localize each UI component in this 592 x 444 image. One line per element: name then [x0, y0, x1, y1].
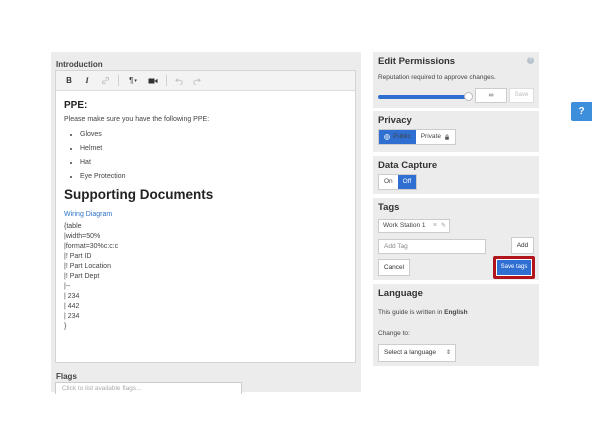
- data-capture-toggle: On Off: [378, 174, 418, 190]
- ppe-list: Gloves Helmet Hat Eye Protection: [64, 131, 347, 180]
- toolbar-divider: [166, 75, 167, 86]
- edit-permissions-card: Edit Permissions ? Reputation required t…: [373, 52, 539, 108]
- privacy-public-label: Public: [393, 133, 411, 140]
- table-line: |format=30%c:c:c: [64, 243, 119, 250]
- chevron-down-icon: ▾: [134, 77, 137, 84]
- italic-button[interactable]: I: [80, 74, 94, 88]
- data-capture-card: Data Capture On Off: [373, 156, 539, 194]
- paragraph-style-button[interactable]: ¶ ▾: [124, 74, 142, 88]
- list-item: Gloves: [80, 131, 347, 138]
- privacy-toggle: Public Private: [378, 129, 456, 145]
- data-capture-on-button[interactable]: On: [379, 175, 398, 189]
- add-tag-button[interactable]: Add: [511, 237, 534, 254]
- language-current-prefix: This guide is written in: [378, 309, 443, 316]
- table-line: | 442: [64, 303, 80, 310]
- link-icon: [101, 76, 109, 85]
- bold-button[interactable]: B: [62, 74, 76, 88]
- undo-button[interactable]: [172, 74, 186, 88]
- edit-permissions-title: Edit Permissions: [378, 56, 456, 67]
- toolbar-divider: [118, 75, 119, 86]
- table-line: }: [64, 323, 67, 330]
- add-tag-input[interactable]: Add Tag: [378, 239, 486, 254]
- cancel-button[interactable]: Cancel: [378, 259, 410, 276]
- flags-input[interactable]: Click to list available flags...: [55, 382, 242, 394]
- introduction-label: Introduction: [56, 60, 103, 69]
- language-card: Language This guide is written in Englis…: [373, 284, 539, 366]
- tag-chip[interactable]: Work Station 1 × ✎: [378, 219, 450, 233]
- reputation-input[interactable]: ∞: [475, 88, 507, 103]
- save-permissions-button[interactable]: Save: [509, 88, 534, 103]
- data-capture-title: Data Capture: [378, 160, 438, 171]
- select-arrows-icon: ⇕: [445, 350, 451, 356]
- reputation-slider-track[interactable]: [378, 95, 469, 99]
- link-button[interactable]: [98, 74, 112, 88]
- video-camera-icon: [148, 78, 158, 83]
- list-item: Eye Protection: [80, 173, 347, 180]
- privacy-title: Privacy: [378, 115, 412, 126]
- flags-label: Flags: [56, 372, 77, 381]
- undo-icon: [175, 77, 183, 85]
- privacy-public-button[interactable]: Public: [379, 130, 416, 144]
- table-line: {table: [64, 223, 82, 230]
- language-select[interactable]: Select a language ⇕: [378, 344, 456, 362]
- redo-icon: [193, 77, 201, 85]
- ppe-intro-text: Please make sure you have the following …: [64, 116, 210, 123]
- language-title: Language: [378, 288, 423, 299]
- editor-toolbar: B I ¶ ▾: [56, 71, 355, 91]
- tags-title: Tags: [378, 202, 400, 213]
- language-select-value: Select a language: [384, 349, 437, 356]
- edit-permissions-description: Reputation required to approve changes.: [378, 74, 496, 81]
- introduction-panel: Introduction B I ¶ ▾ PPE: Please make su…: [51, 52, 361, 394]
- list-item: Hat: [80, 159, 347, 166]
- wiring-diagram-link[interactable]: Wiring Diagram: [64, 211, 112, 218]
- ppe-heading: PPE:: [64, 100, 88, 111]
- redo-button[interactable]: [190, 74, 204, 88]
- question-mark-icon[interactable]: ?: [527, 57, 534, 64]
- change-to-label: Change to:: [378, 330, 410, 337]
- privacy-private-button[interactable]: Private: [416, 130, 455, 144]
- language-current-value: English: [444, 309, 468, 316]
- privacy-private-label: Private: [420, 133, 441, 140]
- introduction-editor[interactable]: B I ¶ ▾ PPE: Please make sure you have th…: [55, 70, 356, 363]
- video-button[interactable]: [146, 74, 160, 88]
- table-line: |width=50%: [64, 233, 101, 240]
- data-capture-off-button[interactable]: Off: [397, 175, 417, 189]
- table-line: | 234: [64, 313, 80, 320]
- table-line: |! Part ID: [64, 253, 92, 260]
- table-line: |--: [64, 283, 71, 290]
- save-tags-button[interactable]: Save tags: [496, 259, 532, 276]
- help-tab[interactable]: ?: [571, 102, 592, 121]
- reputation-slider-handle[interactable]: [464, 92, 473, 101]
- tag-chip-label: Work Station 1: [383, 222, 426, 229]
- editor-content[interactable]: PPE: Please make sure you have the follo…: [56, 91, 355, 340]
- paragraph-icon: ¶: [129, 76, 134, 85]
- table-line: |! Part Dept: [64, 273, 100, 280]
- globe-icon: [384, 134, 390, 140]
- table-line: |! Part Location: [64, 263, 111, 270]
- privacy-card: Privacy Public Private: [373, 111, 539, 152]
- table-line: | 234: [64, 293, 80, 300]
- list-item: Helmet: [80, 145, 347, 152]
- save-tags-highlight: Save tags: [493, 256, 535, 279]
- lock-icon: [445, 134, 449, 140]
- supporting-documents-heading: Supporting Documents: [64, 187, 214, 202]
- pencil-icon[interactable]: ✎: [441, 220, 446, 232]
- table-markup: {table |width=50% |format=30%c:c:c |! Pa…: [64, 222, 347, 332]
- close-icon[interactable]: ×: [433, 220, 437, 232]
- tags-card: Tags Work Station 1 × ✎ Add Tag Add Canc…: [373, 198, 539, 280]
- language-current-text: This guide is written in English: [378, 309, 468, 316]
